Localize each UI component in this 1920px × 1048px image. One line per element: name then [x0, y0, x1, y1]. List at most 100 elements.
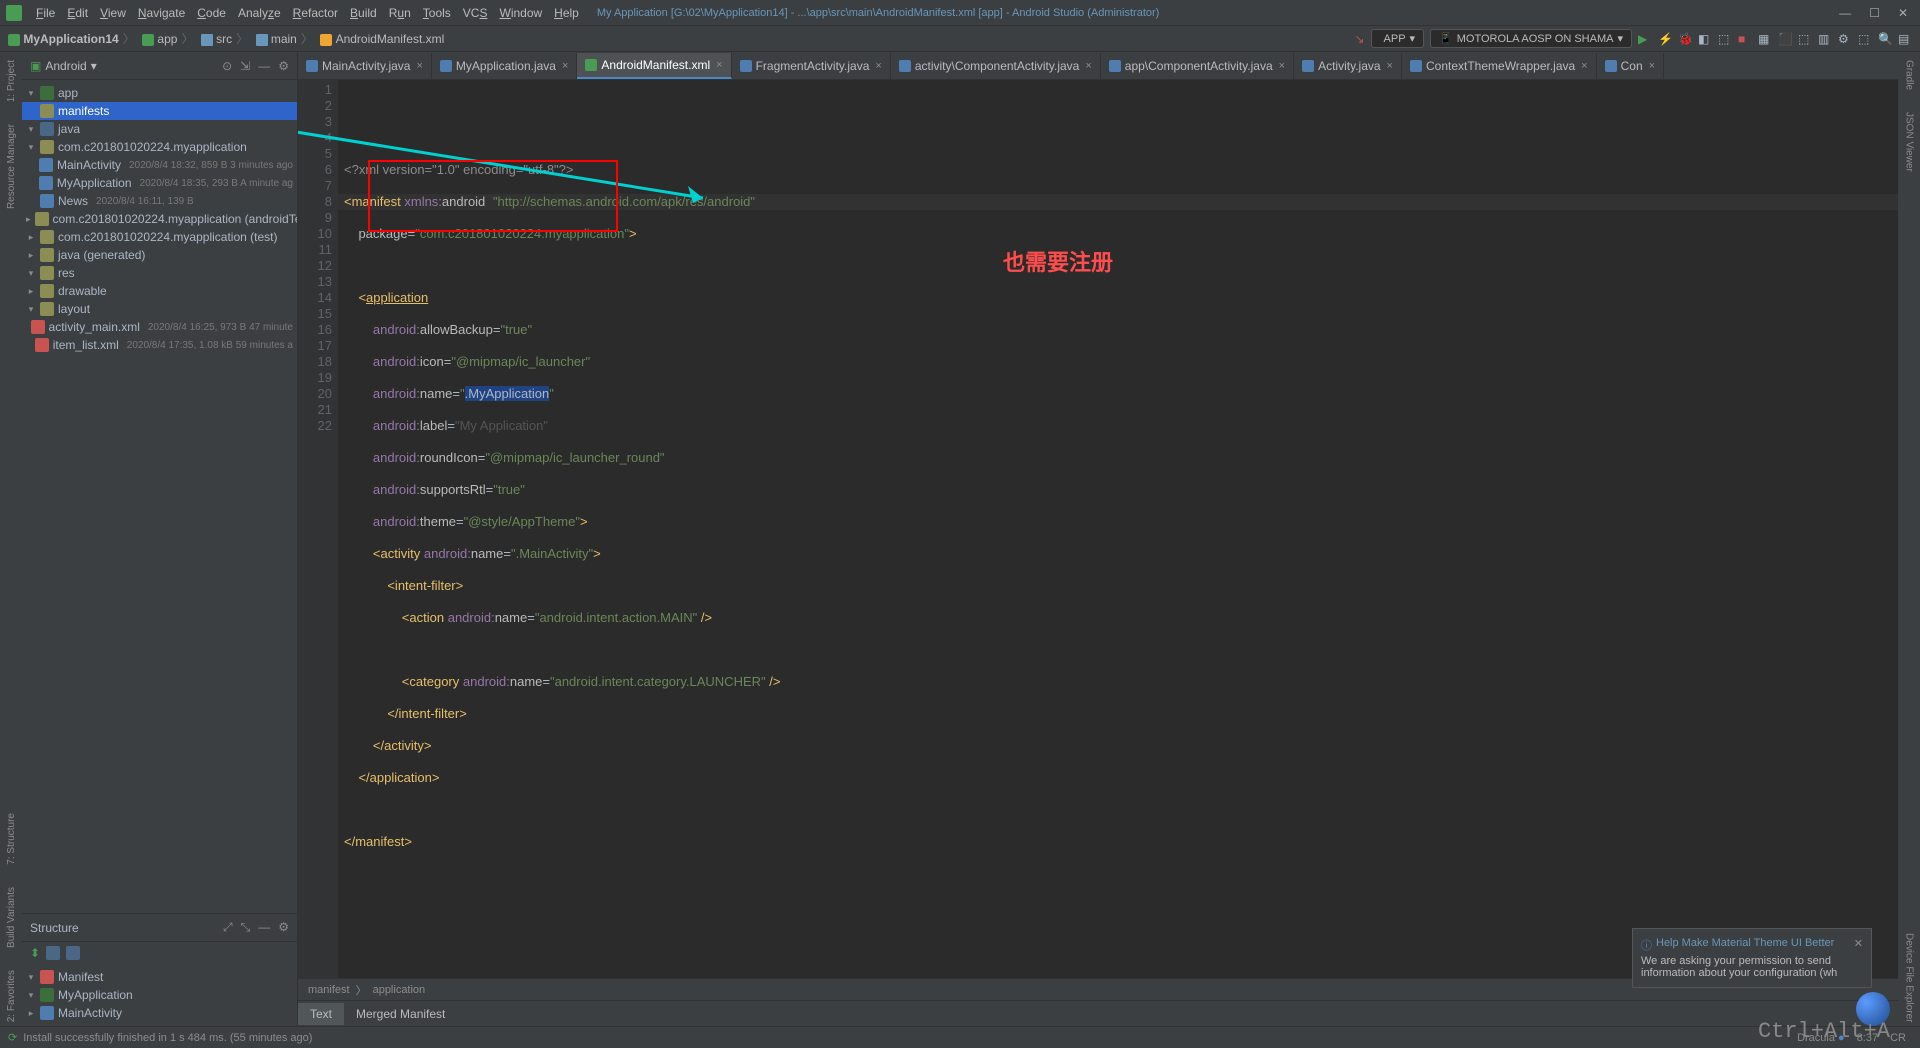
tree-node[interactable]: ▾java [22, 120, 297, 138]
avd-manager-icon[interactable]: ▦ [1758, 32, 1772, 46]
target-icon[interactable]: ⊙ [222, 59, 232, 73]
tree-node[interactable]: ▾layout [22, 300, 297, 318]
tree-node[interactable]: News2020/8/4 16:11, 139 B [22, 192, 297, 210]
source[interactable]: 也需要注册 <?xml version="1.0" encoding="utf-… [338, 80, 1898, 978]
maximize-icon[interactable]: ☐ [1869, 6, 1880, 20]
structure-tree[interactable]: ▾Manifest▾MyApplication▸MainActivity [22, 964, 297, 1026]
menu-edit[interactable]: Edit [61, 6, 94, 20]
menu-view[interactable]: View [94, 6, 132, 20]
editor-tab[interactable]: FragmentActivity.java× [732, 53, 891, 79]
project-tree[interactable]: ▾appmanifests▾java▾com.c201801020224.mya… [22, 80, 297, 913]
close-icon[interactable]: × [1581, 60, 1587, 72]
hide-icon[interactable]: — [258, 920, 270, 935]
tree-node[interactable]: MainActivity2020/8/4 18:32, 859 B 3 minu… [22, 156, 297, 174]
sort-icon[interactable]: ⬍ [30, 946, 40, 960]
menu-refactor[interactable]: Refactor [287, 6, 344, 20]
profiler-icon[interactable]: ◧ [1698, 32, 1712, 46]
tree-node[interactable]: ▾res [22, 264, 297, 282]
tree-node[interactable]: ▾app [22, 84, 297, 102]
tool-gradle[interactable]: Gradle [1904, 56, 1915, 94]
sdk-manager-icon[interactable]: ⬛ [1778, 32, 1792, 46]
tree-node[interactable]: MyApplication2020/8/4 18:35, 293 B A min… [22, 174, 297, 192]
toolbar-icon[interactable]: ⬚ [1798, 32, 1812, 46]
toolbar-icon[interactable]: ▤ [1898, 32, 1912, 46]
close-icon[interactable]: × [416, 60, 422, 72]
apply-changes-icon[interactable]: ⚡ [1658, 32, 1672, 46]
menu-vcs[interactable]: VCS [457, 6, 494, 20]
tree-node[interactable]: activity_main.xml2020/8/4 16:25, 973 B 4… [22, 318, 297, 336]
close-icon[interactable]: ✕ [1854, 937, 1863, 953]
menu-analyze[interactable]: Analyze [232, 6, 287, 20]
tree-node[interactable]: item_list.xml2020/8/4 17:35, 1.08 kB 59 … [22, 336, 297, 354]
run-icon[interactable]: ▶ [1638, 32, 1652, 46]
crumb-item[interactable]: application [373, 984, 426, 996]
menu-help[interactable]: Help [548, 6, 585, 20]
tool-build-variants[interactable]: Build Variants [6, 883, 17, 952]
device-selector[interactable]: 📱MOTOROLA AOSP ON SHAMA▾ [1430, 29, 1632, 48]
attach-debugger-icon[interactable]: ⬚ [1718, 32, 1732, 46]
tree-node[interactable]: ▾MyApplication [22, 986, 297, 1004]
tree-node[interactable]: ▸drawable [22, 282, 297, 300]
run-config-selector[interactable]: APP▾ [1371, 29, 1425, 48]
editor-tab[interactable]: Con× [1597, 53, 1664, 79]
minimize-icon[interactable]: — [1839, 6, 1851, 20]
editor-tab[interactable]: MyApplication.java× [432, 53, 578, 79]
gear-icon[interactable]: ⚙ [278, 59, 289, 73]
close-icon[interactable]: × [1387, 60, 1393, 72]
stop-icon[interactable]: ■ [1738, 32, 1752, 46]
menu-tools[interactable]: Tools [417, 6, 457, 20]
hide-icon[interactable]: — [258, 59, 270, 73]
menu-run[interactable]: Run [383, 6, 417, 20]
tool-resource-manager[interactable]: Resource Manager [6, 120, 17, 213]
sync-icon[interactable]: ↘ [1354, 32, 1364, 46]
tree-node[interactable]: ▸MainActivity [22, 1004, 297, 1022]
gear-icon[interactable]: ⚙ [278, 920, 289, 935]
close-icon[interactable]: × [1279, 60, 1285, 72]
tree-node[interactable]: ▾Manifest [22, 968, 297, 986]
code-editor[interactable]: 12345678910111213141516171819202122 也需要注… [298, 80, 1898, 978]
tree-node[interactable]: ▾com.c201801020224.myapplication [22, 138, 297, 156]
close-icon[interactable]: × [875, 60, 881, 72]
filter-icon[interactable] [66, 946, 80, 960]
tool-structure[interactable]: 7: Structure [6, 809, 17, 869]
tree-node[interactable]: ▸com.c201801020224.myapplication (test) [22, 228, 297, 246]
menu-navigate[interactable]: Navigate [132, 6, 191, 20]
menu-build[interactable]: Build [344, 6, 383, 20]
editor-tab[interactable]: activity\ComponentActivity.java× [891, 53, 1101, 79]
toolbar-icon[interactable]: ⬚ [1858, 32, 1872, 46]
notification-popup[interactable]: ⓘHelp Make Material Theme UI Better✕ We … [1632, 928, 1872, 988]
editor-tab[interactable]: ContextThemeWrapper.java× [1402, 53, 1597, 79]
close-icon[interactable]: × [716, 59, 722, 71]
close-icon[interactable]: × [562, 60, 568, 72]
menu-window[interactable]: Window [493, 6, 548, 20]
menu-code[interactable]: Code [191, 6, 232, 20]
breadcrumb[interactable]: MyApplication14〉 app〉 src〉 main〉 Android… [8, 30, 444, 47]
toolbar-icon[interactable]: ▥ [1818, 32, 1832, 46]
tool-device-file-explorer[interactable]: Device File Explorer [1904, 929, 1915, 1026]
editor-tab[interactable]: MainActivity.java× [298, 53, 432, 79]
subtab-text[interactable]: Text [298, 1003, 344, 1025]
tree-node[interactable]: manifests [22, 102, 297, 120]
search-icon[interactable]: 🔍 [1878, 32, 1892, 46]
collapse-icon[interactable]: ⇲ [240, 59, 250, 73]
debug-icon[interactable]: 🐞 [1678, 32, 1692, 46]
close-icon[interactable]: × [1649, 60, 1655, 72]
menu-file[interactable]: File [30, 6, 61, 20]
crumb-item[interactable]: manifest [308, 984, 350, 996]
toolbar-icon[interactable]: ⚙ [1838, 32, 1852, 46]
tool-favorites[interactable]: 2: Favorites [6, 966, 17, 1026]
editor-tab[interactable]: app\ComponentActivity.java× [1101, 53, 1294, 79]
expand-icon[interactable]: ⤢ [223, 920, 233, 935]
editor-tab[interactable]: AndroidManifest.xml× [577, 53, 731, 79]
subtab-merged[interactable]: Merged Manifest [344, 1003, 457, 1025]
close-icon[interactable]: ✕ [1898, 6, 1908, 20]
project-view-selector[interactable]: ▣Android▾ [30, 59, 97, 73]
tool-project[interactable]: 1: Project [6, 56, 17, 106]
collapse-icon[interactable]: ⤡ [241, 920, 251, 935]
editor-tab[interactable]: Activity.java× [1294, 53, 1402, 79]
filter-icon[interactable] [46, 946, 60, 960]
tree-node[interactable]: ▸java (generated) [22, 246, 297, 264]
tree-node[interactable]: ▸com.c201801020224.myapplication (androi… [22, 210, 297, 228]
close-icon[interactable]: × [1085, 60, 1091, 72]
tool-json-viewer[interactable]: JSON Viewer [1904, 108, 1915, 176]
